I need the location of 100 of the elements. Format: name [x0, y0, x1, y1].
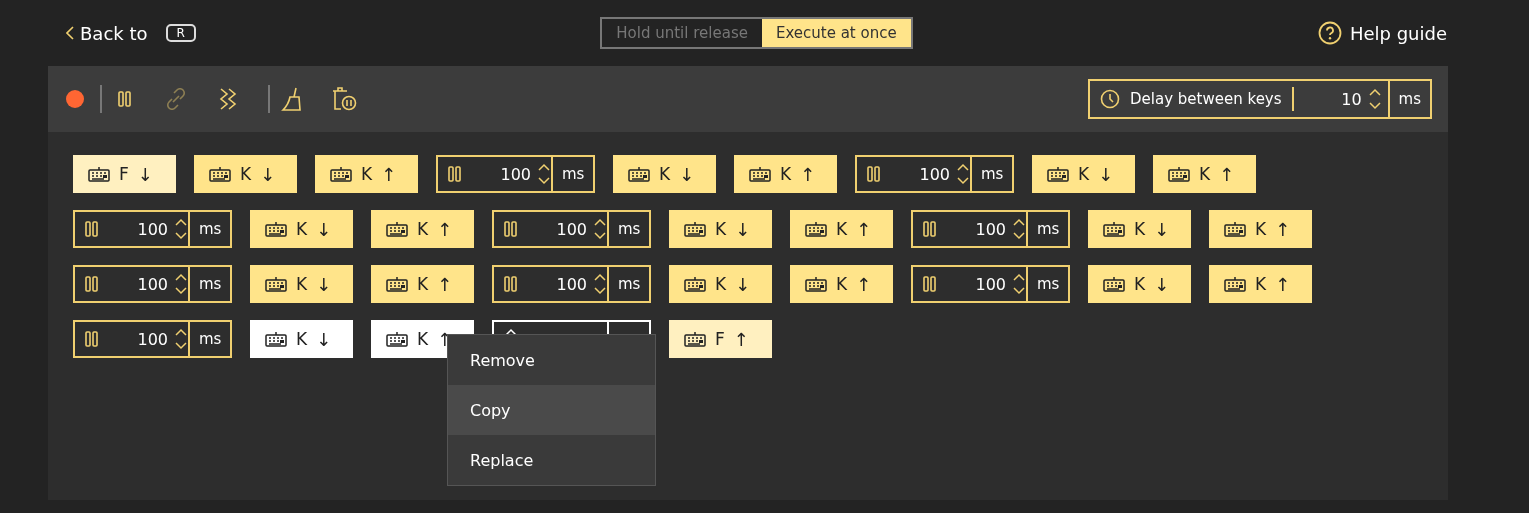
- key-label: K: [240, 164, 252, 184]
- delay-step[interactable]: 100 ms: [73, 320, 232, 358]
- delay-field[interactable]: Delay between keys 10 ms: [1088, 79, 1432, 119]
- key-label: K: [296, 219, 308, 239]
- unit-label: ms: [1398, 90, 1421, 108]
- key-step[interactable]: K ↓: [613, 155, 716, 193]
- unit-label: ms: [199, 275, 222, 293]
- spinner-icon[interactable]: [1012, 273, 1026, 295]
- keyboard-icon: [265, 276, 287, 292]
- key-label: K: [296, 329, 308, 349]
- help-icon[interactable]: [1317, 21, 1342, 45]
- delay-step[interactable]: 100 ms: [492, 265, 651, 303]
- key-step[interactable]: K ↓: [1032, 155, 1135, 193]
- mode-tab[interactable]: Execute at once: [761, 19, 911, 47]
- arrow-label: ↑: [856, 218, 872, 240]
- delay-step[interactable]: 100 ms: [911, 265, 1070, 303]
- delay-label: Delay between keys: [1130, 90, 1282, 108]
- key-label: K: [417, 219, 429, 239]
- spinner-icon[interactable]: [956, 163, 970, 185]
- key-step[interactable]: K ↓: [194, 155, 297, 193]
- key-step[interactable]: K ↓: [1088, 210, 1191, 248]
- arrow-label: ↓: [1154, 273, 1170, 295]
- key-step[interactable]: K ↓: [1088, 265, 1191, 303]
- keyboard-icon: [209, 166, 231, 182]
- key-step[interactable]: K ↓: [250, 320, 353, 358]
- back-button[interactable]: Back to: [66, 22, 148, 44]
- arrow-label: ↑: [800, 163, 816, 185]
- key-step[interactable]: K ↑: [371, 265, 474, 303]
- key-step[interactable]: K ↑: [1209, 210, 1312, 248]
- keyboard-icon: [628, 166, 650, 182]
- delay-value: 10: [1341, 89, 1362, 109]
- unit-label: ms: [981, 165, 1004, 183]
- key-step[interactable]: F ↓: [73, 155, 176, 193]
- key-step[interactable]: K ↑: [315, 155, 418, 193]
- key-step[interactable]: F ↑: [669, 320, 772, 358]
- keyboard-icon: [684, 276, 706, 292]
- spinner-icon[interactable]: [1012, 218, 1026, 240]
- arrow-label: ↓: [316, 218, 332, 240]
- key-step[interactable]: K ↑: [1153, 155, 1256, 193]
- delay-step[interactable]: 100 ms: [855, 155, 1014, 193]
- spinner-icon[interactable]: [174, 273, 188, 295]
- spinner-icon[interactable]: [537, 163, 551, 185]
- unit-label: ms: [618, 275, 641, 293]
- unit-label: ms: [562, 165, 585, 183]
- menu-item[interactable]: Copy: [448, 385, 655, 435]
- arrow-label: ↑: [437, 273, 453, 295]
- zigzag-icon[interactable]: [219, 88, 237, 110]
- keyboard-icon: [386, 276, 408, 292]
- key-step[interactable]: K ↑: [734, 155, 837, 193]
- help-link[interactable]: Help guide: [1349, 22, 1447, 44]
- key-step[interactable]: K ↑: [1209, 265, 1312, 303]
- arrow-label: ↓: [137, 163, 153, 185]
- pause-icon: [923, 276, 936, 292]
- pause-icon: [85, 331, 98, 347]
- keyboard-icon: [684, 331, 706, 347]
- mode-tab[interactable]: Hold until release: [602, 19, 762, 47]
- key-step[interactable]: K ↓: [250, 210, 353, 248]
- spinner-icon[interactable]: [174, 328, 188, 350]
- key-label: K: [1199, 164, 1211, 184]
- keyboard-icon: [805, 221, 827, 237]
- spinner-icon[interactable]: [593, 273, 607, 295]
- key-step[interactable]: K ↑: [371, 210, 474, 248]
- pause-icon: [867, 166, 880, 182]
- delay-step[interactable]: 100 ms: [73, 265, 232, 303]
- spinner-icon[interactable]: [593, 218, 607, 240]
- key-label: K: [836, 219, 848, 239]
- spinner-icon[interactable]: [174, 218, 188, 240]
- arrow-label: ↓: [260, 163, 276, 185]
- delay-step[interactable]: 100 ms: [492, 210, 651, 248]
- key-step[interactable]: K ↑: [790, 210, 893, 248]
- menu-item[interactable]: Replace: [448, 435, 655, 485]
- pause-icon[interactable]: [117, 91, 131, 107]
- keyboard-icon: [1168, 166, 1190, 182]
- clock-icon: [1100, 89, 1121, 109]
- trash-pause-icon[interactable]: [331, 87, 357, 111]
- keyboard-icon: [265, 221, 287, 237]
- key-step[interactable]: K ↓: [250, 265, 353, 303]
- key-step[interactable]: K ↑: [790, 265, 893, 303]
- pause-icon: [85, 276, 98, 292]
- delay-step[interactable]: 100 ms: [911, 210, 1070, 248]
- spinner-icon[interactable]: [1367, 88, 1382, 110]
- key-step[interactable]: K ↓: [669, 210, 772, 248]
- key-label: K: [715, 274, 727, 294]
- key-label: K: [417, 329, 429, 349]
- broom-icon[interactable]: [281, 87, 303, 111]
- shortcut-key: R: [165, 24, 196, 42]
- pause-icon: [448, 166, 461, 182]
- key-label: K: [417, 274, 429, 294]
- delay-value: 100: [499, 164, 531, 184]
- record-icon[interactable]: [66, 90, 84, 108]
- keyboard-icon: [330, 166, 352, 182]
- unit-label: ms: [199, 330, 222, 348]
- key-label: K: [361, 164, 373, 184]
- delay-value: 100: [136, 274, 168, 294]
- delay-step[interactable]: 100 ms: [436, 155, 595, 193]
- chevron-left-icon: [66, 26, 74, 40]
- keyboard-icon: [1103, 276, 1125, 292]
- arrow-label: ↓: [316, 328, 332, 350]
- key-step[interactable]: K ↓: [669, 265, 772, 303]
- delay-step[interactable]: 100 ms: [73, 210, 232, 248]
